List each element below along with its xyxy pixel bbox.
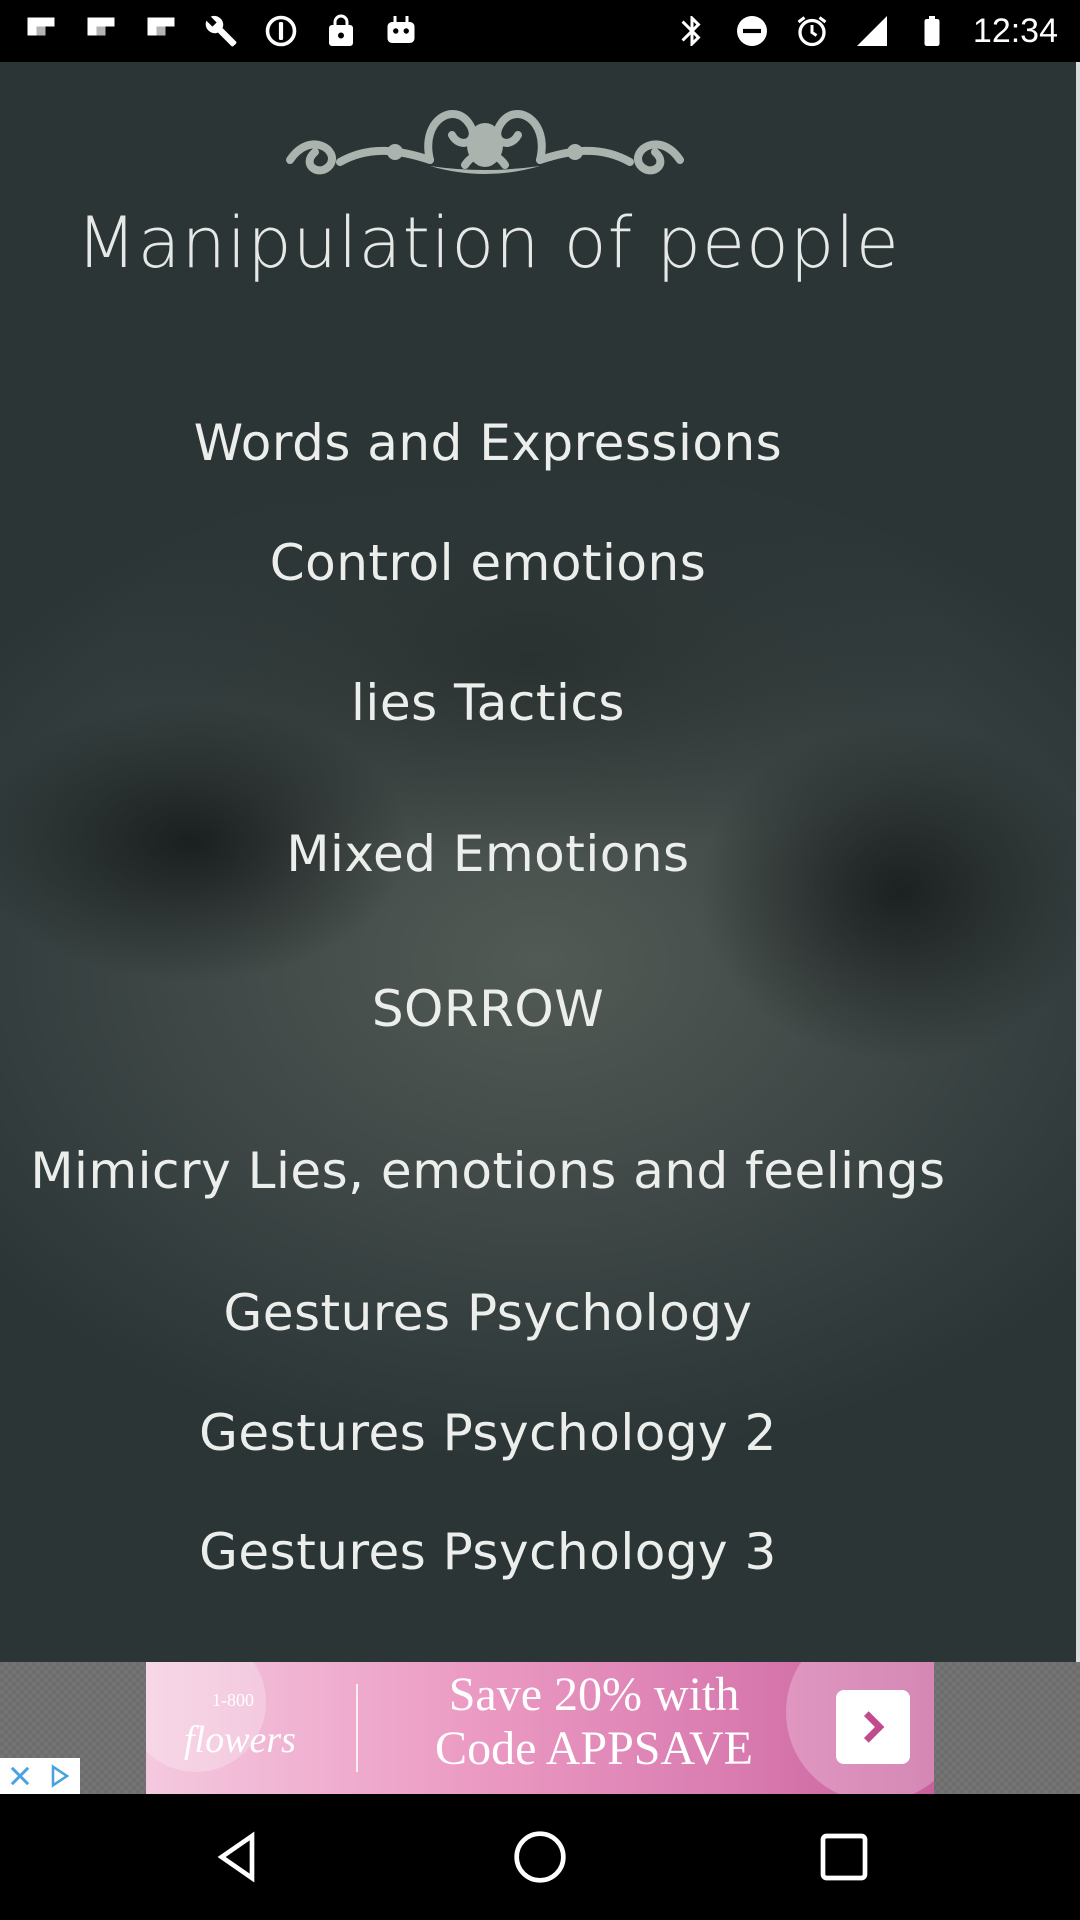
menu-item-gestures-psychology-3[interactable]: Gestures Psychology 3 — [0, 1523, 976, 1581]
menu-item-lies-tactics[interactable]: lies Tactics — [0, 674, 976, 732]
ad-line-1: Save 20% with — [448, 1668, 740, 1721]
scrollbar[interactable] — [1076, 62, 1080, 1662]
ad-text: Save 20% with Code APPSAVE — [374, 1668, 814, 1776]
page-title: Manipulation of people — [76, 202, 900, 284]
menu-item-sorrow[interactable]: SORROW — [0, 980, 976, 1038]
clock: 12:34 — [972, 11, 1058, 50]
back-button[interactable] — [208, 1827, 268, 1887]
menu-item-mixed-emotions[interactable]: Mixed Emotions — [0, 825, 976, 883]
ad-close-button[interactable] — [0, 1758, 40, 1794]
menu-item-mimicry[interactable]: Mimicry Lies, emotions and feelings — [0, 1142, 976, 1200]
home-button[interactable] — [510, 1827, 570, 1887]
home-icon — [514, 1831, 566, 1883]
menu-item-words-and-expressions[interactable]: Words and Expressions — [0, 414, 976, 472]
flipboard-icon — [22, 12, 60, 50]
flipboard-icon — [142, 12, 180, 50]
lock-icon — [322, 12, 360, 50]
navigation-bar — [0, 1794, 1080, 1920]
do-not-disturb-icon — [733, 12, 771, 50]
bluetooth-icon — [673, 12, 711, 50]
settings-icon — [262, 12, 300, 50]
menu-item-control-emotions[interactable]: Control emotions — [0, 534, 976, 592]
ornament-icon — [280, 90, 690, 180]
recents-button[interactable] — [814, 1827, 874, 1887]
status-bar: 12:34 — [0, 0, 1080, 62]
ad-banner[interactable]: 1-800 flowers Save 20% with Code APPSAVE — [146, 1662, 934, 1794]
signal-icon — [853, 12, 891, 50]
ad-arrow-button[interactable] — [836, 1690, 910, 1764]
system-icons: 12:34 — [673, 0, 1058, 62]
app-content: Manipulation of people Words and Express… — [0, 62, 1076, 1662]
close-icon — [10, 1766, 30, 1786]
alarm-icon — [793, 12, 831, 50]
chevron-right-icon — [863, 1711, 885, 1743]
back-icon — [217, 1831, 255, 1883]
recents-icon — [820, 1833, 868, 1881]
ad-brand-name: flowers — [184, 1719, 296, 1761]
notification-icons — [22, 0, 420, 62]
ad-area: 1-800 flowers Save 20% with Code APPSAVE — [0, 1662, 1080, 1794]
ad-info-button[interactable] — [40, 1758, 80, 1794]
menu-item-gestures-psychology-2[interactable]: Gestures Psychology 2 — [0, 1404, 976, 1462]
menu-item-gestures-psychology[interactable]: Gestures Psychology — [0, 1284, 976, 1342]
wrench-icon — [202, 12, 240, 50]
ad-logo: 1-800 flowers — [174, 1690, 314, 1770]
robot-icon — [382, 12, 420, 50]
ad-brand-number: 1-800 — [212, 1690, 254, 1710]
ad-line-2: Code APPSAVE — [435, 1722, 753, 1775]
battery-icon — [913, 12, 951, 50]
ad-divider — [356, 1684, 358, 1772]
flipboard-icon — [82, 12, 120, 50]
adchoices-icon — [51, 1764, 70, 1788]
